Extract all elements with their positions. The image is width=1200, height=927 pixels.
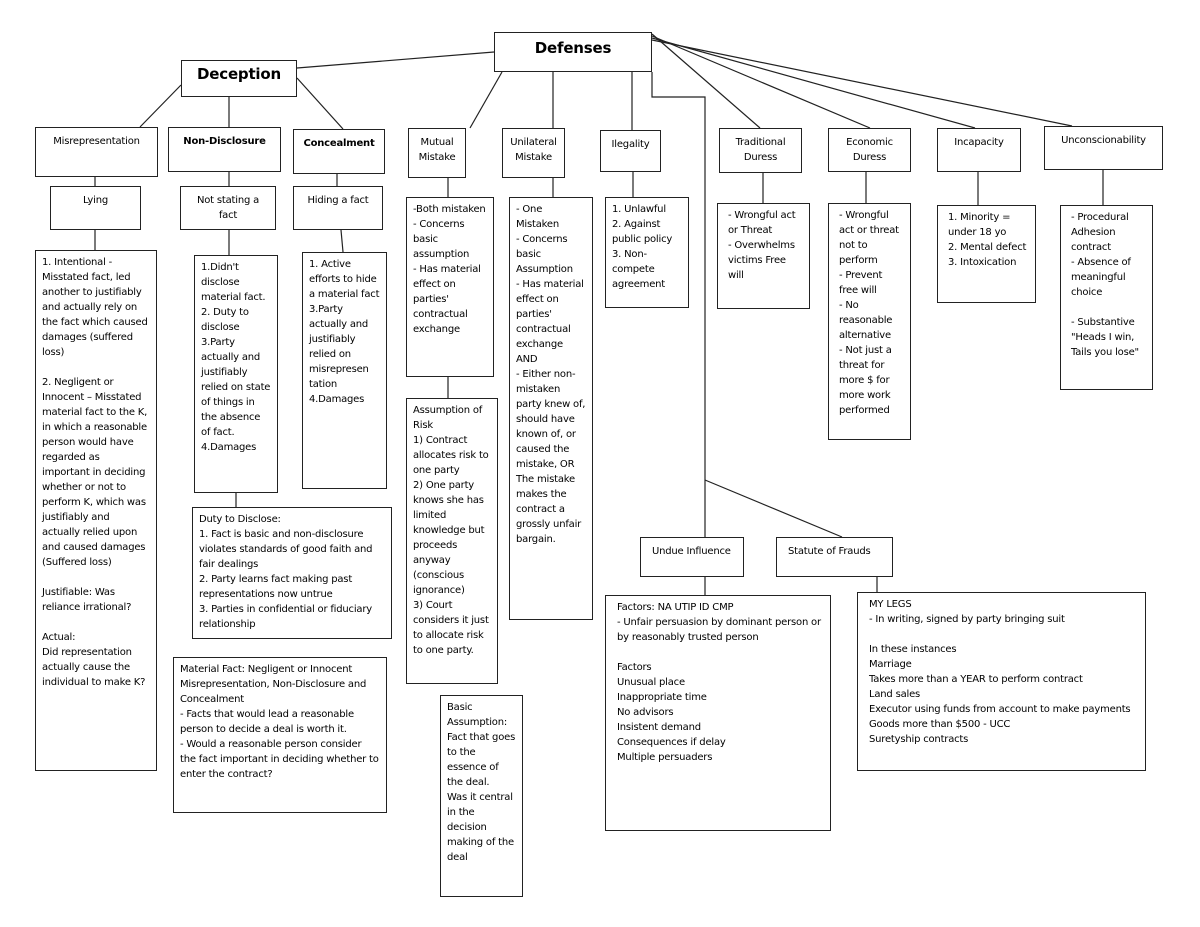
economic-duress-detail: - Wrongful act or threat not to perform … (828, 203, 911, 440)
node-hiding-a-fact: Hiding a fact (293, 186, 383, 230)
node-illegality: Ilegality (600, 130, 661, 172)
statute-of-frauds-detail: MY LEGS - In writing, signed by party br… (857, 592, 1146, 771)
concealment-detail: 1. Active efforts to hide a material fac… (302, 252, 387, 489)
node-misrepresentation: Misrepresentation (35, 127, 158, 177)
undue-influence-detail: Factors: NA UTIP ID CMP - Unfair persuas… (605, 595, 831, 831)
connector (651, 33, 761, 129)
connector (139, 84, 182, 128)
connector (651, 35, 871, 129)
node-unconscionability: Unconscionability (1044, 126, 1163, 170)
node-unilateral-mistake: Unilateral Mistake (502, 128, 565, 178)
connector (296, 77, 344, 130)
incapacity-detail: 1. Minority = under 18 yo 2. Mental defe… (937, 205, 1036, 303)
basic-assumption: Basic Assumption: Fact that goes to the … (440, 695, 523, 897)
illegality-detail: 1. Unlawful 2. Against public policy 3. … (605, 197, 689, 308)
node-statute-of-frauds: Statute of Frauds (776, 537, 893, 577)
non-disclosure-detail: 1.Didn't disclose material fact. 2. Duty… (194, 255, 278, 493)
mutual-mistake-detail: -Both mistaken - Concerns basic assumpti… (406, 197, 494, 377)
node-incapacity: Incapacity (937, 128, 1021, 172)
node-not-stating-a-fact: Not stating a fact (180, 186, 276, 230)
connector (469, 71, 503, 129)
connector (704, 479, 843, 538)
unilateral-mistake-detail: - One Mistaken - Concerns basic Assumpti… (509, 197, 593, 620)
connector (651, 37, 976, 129)
duty-to-disclose: Duty to Disclose: 1. Fact is basic and n… (192, 507, 392, 639)
node-defenses: Defenses (494, 32, 652, 72)
connector (651, 39, 1073, 127)
assumption-of-risk: Assumption of Risk 1) Contract allocates… (406, 398, 498, 684)
node-lying: Lying (50, 186, 141, 230)
node-concealment: Concealment (293, 129, 385, 174)
node-undue-influence: Undue Influence (640, 537, 744, 577)
unconscionability-detail: - Procedural Adhesion contract - Absence… (1060, 205, 1153, 390)
traditional-duress-detail: - Wrongful act or Threat - Overwhelms vi… (717, 203, 810, 309)
misrepresentation-detail: 1. Intentional - Misstated fact, led ano… (35, 250, 157, 771)
node-traditional-duress: Traditional Duress (719, 128, 802, 173)
node-non-disclosure: Non-Disclosure (168, 127, 281, 172)
node-mutual-mistake: Mutual Mistake (408, 128, 466, 178)
node-economic-duress: Economic Duress (828, 128, 911, 172)
connector (296, 51, 495, 69)
defenses-concept-map: Defenses Deception Misrepresentation Non… (0, 0, 1200, 927)
connector (340, 229, 344, 253)
material-fact: Material Fact: Negligent or Innocent Mis… (173, 657, 387, 813)
node-deception: Deception (181, 60, 297, 97)
